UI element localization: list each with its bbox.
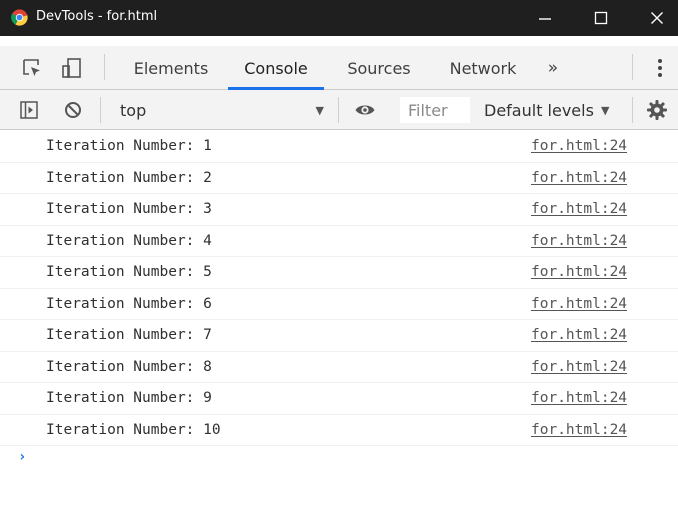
tab-sources[interactable]: Sources (336, 46, 422, 90)
toolbar-divider (100, 97, 101, 123)
window-title: DevTools - for.html (36, 9, 158, 24)
console-message: Iteration Number: 1 for.html:24 (0, 131, 678, 163)
toolbar-divider (338, 97, 339, 123)
console-message: Iteration Number: 3 for.html:24 (0, 194, 678, 226)
console-message-source-link[interactable]: for.html:24 (531, 170, 627, 186)
console-message-text: Iteration Number: 5 (46, 264, 212, 280)
close-button[interactable] (634, 0, 678, 36)
panel-tabbar: Elements Console Sources Network » (0, 46, 678, 90)
console-message-source-link[interactable]: for.html:24 (531, 390, 627, 406)
console-message: Iteration Number: 4 for.html:24 (0, 226, 678, 257)
close-icon (651, 12, 663, 24)
inspect-icon (23, 59, 40, 76)
console-message-source-link[interactable]: for.html:24 (531, 233, 627, 249)
tab-elements[interactable]: Elements (124, 46, 218, 90)
live-expression-button[interactable] (354, 99, 376, 121)
console-prompt[interactable]: › (18, 449, 26, 465)
more-menu-icon[interactable] (650, 54, 670, 82)
console-toolbar: top ▼ Default levels ▼ (0, 90, 678, 130)
console-message: Iteration Number: 10 for.html:24 (0, 415, 678, 446)
clear-console-icon (65, 102, 81, 118)
filter-input[interactable] (400, 97, 470, 123)
sidebar-toggle-icon (20, 101, 38, 119)
console-message-text: Iteration Number: 2 (46, 169, 212, 186)
toolbar-divider (632, 54, 633, 80)
console-message-source-link[interactable]: for.html:24 (531, 264, 627, 280)
window-titlebar: DevTools - for.html (0, 0, 678, 36)
console-message-text: Iteration Number: 6 (46, 295, 212, 312)
console-message-text: Iteration Number: 8 (46, 358, 212, 375)
device-toolbar-button[interactable] (60, 56, 84, 80)
console-message: Iteration Number: 2 for.html:24 (0, 163, 678, 194)
chrome-logo-icon (11, 9, 28, 26)
clear-console-button[interactable] (62, 99, 84, 121)
chevron-down-icon: ▼ (600, 103, 610, 117)
console-message-text: Iteration Number: 1 (46, 138, 212, 154)
inspect-element-button[interactable] (20, 56, 44, 80)
minimize-button[interactable] (522, 0, 568, 36)
console-message-source-link[interactable]: for.html:24 (531, 327, 627, 343)
tab-network[interactable]: Network (438, 46, 528, 90)
execution-context-value: top (120, 100, 147, 120)
console-message-source-link[interactable]: for.html:24 (531, 138, 627, 154)
console-messages: Iteration Number: 1 for.html:24 Iteratio… (0, 131, 678, 446)
console-message: Iteration Number: 5 for.html:24 (0, 257, 678, 289)
console-message: Iteration Number: 6 for.html:24 (0, 289, 678, 320)
console-message-text: Iteration Number: 10 (46, 421, 221, 438)
toolbar-divider (632, 97, 633, 123)
gear-icon (647, 100, 667, 120)
toolbar-divider (104, 54, 105, 80)
console-message-text: Iteration Number: 4 (46, 232, 212, 249)
console-message-source-link[interactable]: for.html:24 (531, 359, 627, 375)
console-message-text: Iteration Number: 7 (46, 327, 212, 343)
console-message-text: Iteration Number: 9 (46, 390, 212, 406)
console-message: Iteration Number: 7 for.html:24 (0, 320, 678, 352)
console-message: Iteration Number: 8 for.html:24 (0, 352, 678, 383)
sidebar-toggle-button[interactable] (18, 99, 40, 121)
log-levels-label: Default levels (484, 100, 594, 120)
chevron-down-icon: ▼ (315, 104, 324, 117)
log-levels-dropdown[interactable]: Default levels ▼ (484, 96, 609, 124)
tab-console[interactable]: Console (228, 46, 324, 90)
maximize-button[interactable] (578, 0, 624, 36)
console-message-source-link[interactable]: for.html:24 (531, 422, 627, 438)
console-message: Iteration Number: 9 for.html:24 (0, 383, 678, 415)
device-toolbar-icon (62, 58, 81, 78)
execution-context-select[interactable]: top ▼ (110, 96, 332, 124)
console-settings-button[interactable] (646, 99, 668, 121)
console-message-text: Iteration Number: 3 (46, 201, 212, 217)
console-message-source-link[interactable]: for.html:24 (531, 296, 627, 312)
console-message-source-link[interactable]: for.html:24 (531, 201, 627, 217)
minimize-icon (539, 18, 551, 20)
maximize-icon (594, 11, 608, 25)
more-tabs-button[interactable]: » (538, 46, 568, 90)
eye-icon (355, 105, 375, 115)
